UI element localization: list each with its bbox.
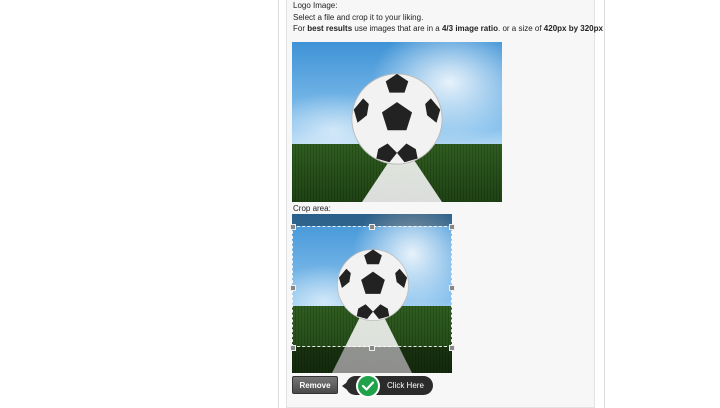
crop-handle-bottom-left[interactable]	[290, 345, 296, 351]
callout-label: Click Here	[387, 381, 424, 390]
remove-button[interactable]: Remove	[292, 376, 338, 394]
crop-handle-top-right[interactable]	[449, 224, 455, 230]
instructions-text: Select a file and crop it to your liking…	[293, 13, 424, 22]
best-results-text: For best results use images that are in …	[293, 24, 603, 33]
crop-handle-bottom-right[interactable]	[449, 345, 455, 351]
soccer-ball-image	[351, 73, 443, 165]
logo-image-preview	[292, 42, 502, 202]
crop-handle-top-left[interactable]	[290, 224, 296, 230]
logo-image-label: Logo Image:	[293, 1, 338, 10]
callout-arrow	[342, 380, 350, 392]
crop-handle-top[interactable]	[369, 224, 375, 230]
check-icon	[356, 374, 380, 398]
crop-selection[interactable]	[292, 226, 452, 347]
crop-handle-right[interactable]	[449, 285, 455, 291]
crop-area-label: Crop area:	[293, 204, 331, 213]
crop-handle-bottom[interactable]	[369, 345, 375, 351]
crop-handle-left[interactable]	[290, 285, 296, 291]
